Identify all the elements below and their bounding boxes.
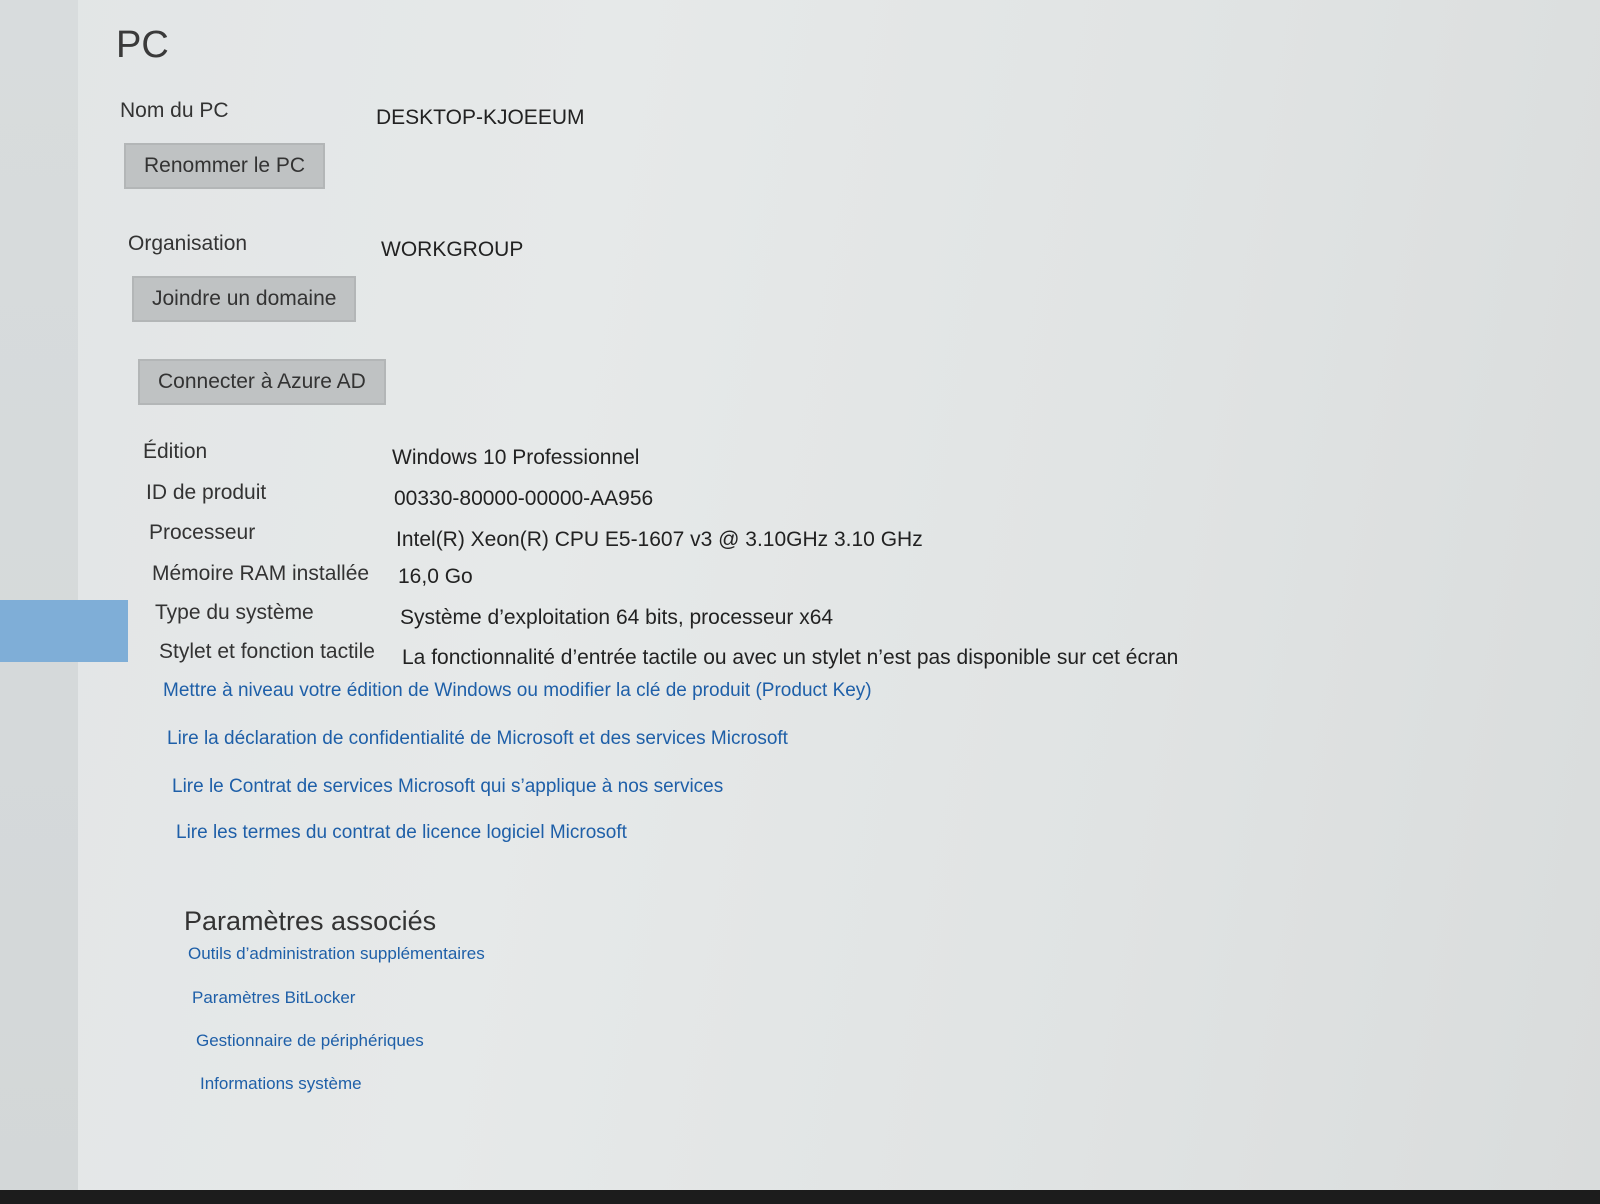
bitlocker-settings-link[interactable]: Paramètres BitLocker: [192, 988, 355, 1008]
pc-name-value: DESKTOP-KJOEEUM: [376, 106, 585, 129]
organisation-label: Organisation: [128, 232, 248, 255]
spec-label-processor: Processeur: [149, 521, 256, 544]
connect-azure-ad-button[interactable]: Connecter à Azure AD: [138, 359, 386, 405]
rename-pc-button[interactable]: Renommer le PC: [124, 143, 326, 189]
spec-value-processor: Intel(R) Xeon(R) CPU E5-1607 v3 @ 3.10GH…: [396, 528, 923, 551]
organisation-value: WORKGROUP: [381, 238, 524, 261]
spec-label-edition: Édition: [143, 440, 208, 463]
spec-value-edition: Windows 10 Professionnel: [392, 446, 640, 469]
spec-label-product-id: ID de produit: [146, 481, 267, 504]
spec-value-product-id: 00330-80000-00000-AA956: [394, 487, 654, 510]
privacy-statement-link[interactable]: Lire la déclaration de confidentialité d…: [167, 728, 788, 750]
spec-value-pen-touch: La fonctionnalité d’entrée tactile ou av…: [402, 646, 1179, 669]
spec-label-ram: Mémoire RAM installée: [152, 562, 370, 585]
services-agreement-link[interactable]: Lire le Contrat de services Microsoft qu…: [172, 776, 723, 798]
admin-tools-link[interactable]: Outils d’administration supplémentaires: [188, 944, 485, 964]
page-title: PC: [116, 24, 169, 66]
settings-window: PC Nom du PC DESKTOP-KJOEEUM Renommer le…: [0, 0, 1600, 1204]
system-info-link[interactable]: Informations système: [200, 1074, 362, 1094]
device-manager-link[interactable]: Gestionnaire de périphériques: [196, 1031, 424, 1051]
nav-selected-item[interactable]: [0, 600, 128, 662]
monitor-bezel: [0, 1190, 1600, 1204]
upgrade-edition-link[interactable]: Mettre à niveau votre édition de Windows…: [163, 680, 872, 702]
license-terms-link[interactable]: Lire les termes du contrat de licence lo…: [176, 822, 627, 844]
join-domain-button[interactable]: Joindre un domaine: [132, 276, 357, 322]
spec-label-pen-touch: Stylet et fonction tactile: [159, 640, 375, 663]
spec-value-system-type: Système d’exploitation 64 bits, processe…: [400, 606, 834, 629]
pc-name-label: Nom du PC: [120, 99, 229, 122]
related-settings-title: Paramètres associés: [184, 906, 437, 936]
spec-value-ram: 16,0 Go: [398, 565, 473, 588]
spec-label-system-type: Type du système: [155, 601, 314, 624]
